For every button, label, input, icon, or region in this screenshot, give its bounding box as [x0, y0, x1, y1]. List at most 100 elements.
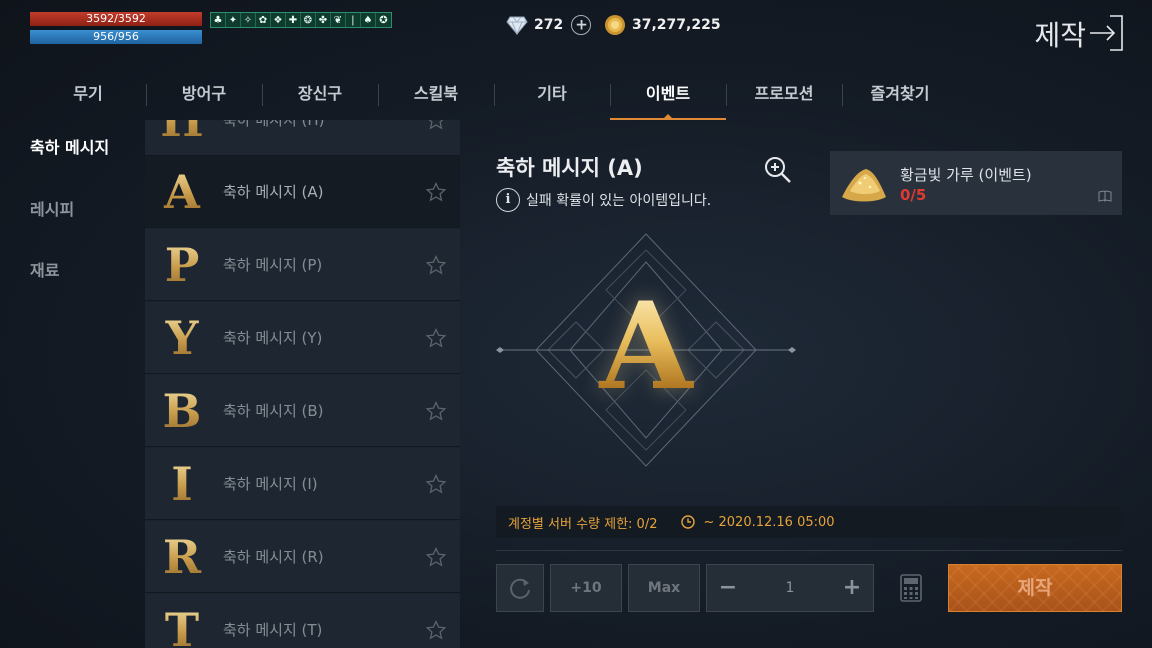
deadline-text: ~ 2020.12.16 05:00	[703, 514, 835, 530]
item-name: 축하 메시지 (T)	[223, 621, 323, 639]
max-button[interactable]: Max	[628, 564, 700, 612]
item-letter-icon: I	[159, 456, 205, 512]
tab-event-label: 이벤트	[645, 84, 691, 103]
buff-icon: ♠	[361, 13, 376, 27]
zoom-in-icon	[765, 157, 791, 183]
buff-icon: ✪	[379, 14, 388, 26]
list-item[interactable]: I 축하 메시지 (I)	[145, 448, 460, 520]
item-name: 축하 메시지 (B)	[223, 402, 324, 420]
divider	[496, 550, 1122, 551]
buff-icon: ✦	[226, 13, 241, 27]
gold-count: 37,277,225	[632, 17, 721, 33]
buff-icon: ✚	[286, 13, 301, 27]
material-count: 0/5	[900, 186, 927, 204]
increase-button[interactable]: +	[841, 565, 863, 611]
item-letter-icon: A	[159, 164, 205, 220]
list-item[interactable]: A 축하 메시지 (A)	[145, 156, 460, 228]
item-preview: A	[496, 232, 796, 468]
item-name: 축하 메시지 (H)	[223, 120, 325, 129]
quantity-stepper: − 1 +	[706, 564, 874, 612]
item-letter-icon: H	[159, 120, 205, 148]
refresh-icon	[510, 578, 530, 599]
item-name: 축하 메시지 (A)	[223, 183, 324, 201]
favorite-star-icon[interactable]	[426, 401, 446, 421]
hp-bar: 3592/3592	[30, 12, 202, 26]
calculator-icon[interactable]	[900, 574, 922, 602]
favorite-star-icon[interactable]	[426, 120, 446, 130]
list-item[interactable]: R 축하 메시지 (R)	[145, 521, 460, 593]
item-letter-icon: Y	[159, 310, 205, 366]
fail-chance-notice: i 실패 확률이 있는 아이템입니다.	[496, 188, 711, 212]
item-letter-icon: B	[159, 383, 205, 439]
gold-powder-icon	[842, 169, 886, 202]
sub-category-recipe[interactable]: 레시피	[30, 196, 74, 220]
mp-bar: 956/956	[30, 30, 202, 44]
material-name: 황금빛 가루 (이벤트)	[900, 166, 1032, 184]
item-name: 축하 메시지 (Y)	[223, 329, 323, 347]
active-tab-caret-icon	[664, 114, 672, 118]
decrease-button[interactable]: −	[717, 565, 739, 611]
buff-bar[interactable]: ♣ ✦ ✧ ✿ ❖ ✚ ❂ ✤ ❦ ❘ ♠ ✪	[210, 12, 392, 28]
zoom-button[interactable]	[762, 154, 794, 186]
gold-currency: 37,277,225	[604, 14, 721, 36]
list-item[interactable]: B 축하 메시지 (B)	[145, 375, 460, 447]
buff-icon: ♣	[211, 13, 226, 27]
quantity-value[interactable]: 1	[786, 565, 795, 611]
favorite-star-icon[interactable]	[426, 474, 446, 494]
item-name: 축하 메시지 (R)	[223, 548, 324, 566]
craft-button[interactable]: 제작	[948, 564, 1122, 612]
buff-icon: ❖	[271, 13, 286, 27]
tab-favorites[interactable]: 즐겨찾기	[842, 76, 958, 120]
favorite-star-icon[interactable]	[426, 547, 446, 567]
server-limit-bar: 계정별 서버 수량 제한: 0/2 ~ 2020.12.16 05:00	[496, 506, 1122, 538]
buff-icon: ✧	[241, 13, 256, 27]
tab-skillbook[interactable]: 스킬북	[378, 76, 494, 120]
top-bar: 3592/3592 956/956 ♣ ✦ ✧ ✿ ❖ ✚ ❂ ✤ ❦ ❘ ♠ …	[0, 0, 1152, 62]
favorite-star-icon[interactable]	[426, 182, 446, 202]
favorite-star-icon[interactable]	[426, 620, 446, 640]
buff-icon: ❘	[346, 13, 361, 27]
book-icon[interactable]	[1098, 189, 1112, 203]
clock-icon	[681, 515, 696, 529]
sub-category-material[interactable]: 재료	[30, 257, 59, 281]
tab-event[interactable]: 이벤트	[610, 76, 726, 120]
sub-category-celebration[interactable]: 축하 메시지	[30, 134, 109, 158]
buff-icon: ✿	[256, 13, 271, 27]
sub-category-list: 축하 메시지 레시피 재료	[0, 120, 145, 648]
list-item[interactable]: T 축하 메시지 (T)	[145, 594, 460, 648]
buff-icon: ❂	[301, 13, 316, 27]
item-name: 축하 메시지 (P)	[223, 256, 323, 274]
recipe-list[interactable]: H 축하 메시지 (H) A 축하 메시지 (A) P 축하 메시지 (P) Y…	[145, 120, 460, 648]
item-name: 축하 메시지 (I)	[223, 475, 318, 493]
category-tabs: 무기 방어구 장신구 스킬북 기타 이벤트 프로모션 즐겨찾기	[30, 76, 960, 120]
server-limit-text: 계정별 서버 수량 제한: 0/2	[508, 516, 658, 532]
tab-etc[interactable]: 기타	[494, 76, 610, 120]
material-slot[interactable]: 황금빛 가루 (이벤트) 0/5	[830, 151, 1122, 215]
tab-weapon[interactable]: 무기	[30, 76, 146, 120]
list-item[interactable]: H 축하 메시지 (H)	[145, 120, 460, 156]
item-preview-letter: A	[586, 282, 706, 412]
diamond-count: 272	[534, 17, 564, 33]
buff-icon: ❦	[331, 13, 346, 27]
gold-coin-icon	[604, 14, 626, 36]
exit-button[interactable]	[1088, 14, 1124, 52]
favorite-star-icon[interactable]	[426, 328, 446, 348]
buff-icon: ✤	[316, 13, 331, 27]
plus-ten-button[interactable]: +10	[550, 564, 622, 612]
tab-promotion[interactable]: 프로모션	[726, 76, 842, 120]
add-diamond-button[interactable]: +	[567, 10, 596, 40]
item-title: 축하 메시지 (A)	[496, 156, 643, 180]
page-title: 제작	[1034, 19, 1086, 52]
diamond-currency: 272 +	[506, 10, 596, 40]
item-letter-icon: R	[159, 529, 205, 585]
info-icon: i	[496, 188, 520, 212]
diamond-icon	[506, 14, 528, 36]
craft-button-label: 제작	[1017, 577, 1053, 599]
list-item[interactable]: Y 축하 메시지 (Y)	[145, 302, 460, 374]
tab-accessory[interactable]: 장신구	[262, 76, 378, 120]
reset-button[interactable]	[496, 564, 544, 612]
list-item[interactable]: P 축하 메시지 (P)	[145, 229, 460, 301]
favorite-star-icon[interactable]	[426, 255, 446, 275]
item-letter-icon: T	[159, 602, 205, 648]
tab-armor[interactable]: 방어구	[146, 76, 262, 120]
